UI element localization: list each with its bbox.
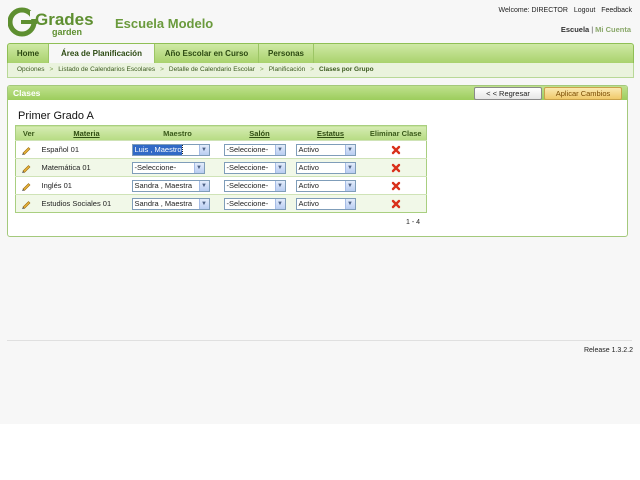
- delete-x-icon[interactable]: [391, 181, 401, 191]
- classes-table: Ver Materia Maestro Salón Estatus Elimin…: [15, 125, 427, 213]
- estatus-select[interactable]: Activo ▼: [295, 143, 356, 156]
- mi-cuenta-link[interactable]: Mi Cuenta: [595, 25, 631, 34]
- logout-link[interactable]: Logout: [574, 7, 595, 14]
- table-header-row: Ver Materia Maestro Salón Estatus Elimin…: [15, 125, 427, 141]
- breadcrumb-separator: >: [259, 66, 264, 73]
- breadcrumb-listado-calendarios[interactable]: Listado de Calendarios Escolares: [58, 66, 155, 73]
- footer-divider: [7, 340, 632, 341]
- chevron-down-icon: ▼: [344, 180, 355, 191]
- salon-select[interactable]: -Seleccione- ▼: [223, 143, 286, 156]
- breadcrumb-current: Clases por Grupo: [319, 66, 374, 73]
- materia-cell: Matemática 01: [41, 158, 132, 177]
- estatus-select-value: Activo: [298, 198, 319, 208]
- tab-personas[interactable]: Personas: [259, 44, 314, 63]
- chevron-down-icon: ▼: [274, 198, 285, 209]
- breadcrumb-bar: Opciones > Listado de Calendarios Escolare…: [7, 63, 634, 78]
- release-version: Release 1.3.2.2: [583, 347, 633, 354]
- pager-text: 1 - 4: [406, 219, 421, 226]
- header-salon[interactable]: Salón: [223, 125, 296, 141]
- salon-select[interactable]: -Seleccione- ▼: [223, 179, 286, 192]
- header-estatus[interactable]: Estatus: [295, 125, 366, 141]
- breadcrumb-detalle-calendario[interactable]: Detalle de Calendario Escolar: [169, 66, 255, 73]
- chevron-down-icon: ▼: [274, 162, 285, 173]
- salon-select-value: -Seleccione-: [226, 180, 269, 190]
- chevron-down-icon: ▼: [344, 162, 355, 173]
- salon-select[interactable]: -Seleccione- ▼: [223, 197, 286, 210]
- header-eliminar: Eliminar Clase: [365, 125, 427, 141]
- page: Grades garden Escuela Modelo Welcome: DI…: [0, 0, 640, 424]
- breadcrumb-separator: >: [160, 66, 164, 73]
- maestro-select-value: Sandra , Maestra: [134, 198, 193, 208]
- salon-select[interactable]: -Seleccione- ▼: [223, 161, 286, 174]
- feedback-link[interactable]: Feedback: [601, 7, 632, 14]
- delete-x-icon[interactable]: [391, 163, 401, 173]
- delete-x-icon[interactable]: [391, 199, 401, 209]
- chevron-down-icon: ▼: [198, 180, 209, 191]
- pencil-icon[interactable]: [21, 181, 31, 191]
- top-links: Welcome: DIRECTOR Logout Feedback: [495, 7, 632, 14]
- header-maestro: Maestro: [131, 125, 224, 141]
- group-title: Primer Grado A: [18, 110, 94, 122]
- account-links-separator: |: [591, 25, 594, 34]
- panel-header: Clases < < Regresar Aplicar Cambios: [8, 86, 627, 100]
- apply-changes-button[interactable]: Aplicar Cambios: [544, 87, 622, 100]
- account-links: Escuela | Mi Cuenta: [561, 25, 631, 34]
- table-row: Español 01 Luis , Maestro ▼ -Seleccione- ▼…: [15, 140, 427, 159]
- maestro-select[interactable]: Luis , Maestro ▼: [131, 143, 210, 156]
- pencil-icon[interactable]: [21, 199, 31, 209]
- breadcrumb-separator: >: [49, 66, 54, 73]
- salon-select-value: -Seleccione-: [226, 198, 269, 208]
- table-row: Inglés 01 Sandra , Maestra ▼ -Seleccione-…: [15, 176, 427, 195]
- chevron-down-icon: ▼: [198, 198, 209, 209]
- materia-cell: Español 01: [41, 140, 132, 159]
- estatus-select-value: Activo: [298, 144, 319, 154]
- welcome-text: Welcome: DIRECTOR: [498, 7, 568, 14]
- pencil-icon[interactable]: [21, 163, 31, 173]
- school-name: Escuela Modelo: [115, 16, 214, 31]
- estatus-select-value: Activo: [298, 180, 319, 190]
- maestro-select-value: -Seleccione-: [134, 162, 177, 172]
- svg-text:garden: garden: [52, 27, 82, 37]
- breadcrumb-opciones[interactable]: Opciones: [17, 66, 44, 73]
- salon-select-value: -Seleccione-: [226, 144, 269, 154]
- tab-home[interactable]: Home: [8, 44, 49, 63]
- chevron-down-icon: ▼: [344, 198, 355, 209]
- chevron-down-icon: ▼: [344, 144, 355, 155]
- grades-garden-logo[interactable]: Grades garden: [8, 7, 104, 37]
- salon-select-value: -Seleccione-: [226, 162, 269, 172]
- maestro-select[interactable]: -Seleccione- ▼: [131, 161, 205, 174]
- pencil-icon[interactable]: [21, 145, 31, 155]
- maestro-select-value: Sandra , Maestra: [134, 180, 193, 190]
- maestro-select-value: Luis , Maestro: [132, 144, 183, 155]
- estatus-select[interactable]: Activo ▼: [295, 161, 356, 174]
- delete-x-icon[interactable]: [391, 145, 401, 155]
- chevron-down-icon: ▼: [198, 144, 209, 155]
- estatus-select-value: Activo: [298, 162, 319, 172]
- estatus-select[interactable]: Activo ▼: [295, 179, 356, 192]
- maestro-select[interactable]: Sandra , Maestra ▼: [131, 197, 210, 210]
- header-materia[interactable]: Materia: [41, 125, 132, 141]
- escuela-link[interactable]: Escuela: [561, 25, 589, 34]
- chevron-down-icon: ▼: [193, 162, 204, 173]
- materia-cell: Inglés 01: [41, 176, 132, 195]
- back-button[interactable]: < < Regresar: [474, 87, 542, 100]
- header-ver: Ver: [15, 125, 42, 141]
- tab-ano-escolar-en-curso[interactable]: Año Escolar en Curso: [155, 44, 259, 63]
- tab-area-de-planificacion[interactable]: Área de Planificación: [49, 44, 155, 64]
- breadcrumb-separator: >: [310, 66, 314, 73]
- panel-title: Clases: [13, 88, 41, 98]
- breadcrumb-planificacion[interactable]: Planificación: [269, 66, 306, 73]
- main-nav: Home Área de Planificación Año Escolar e…: [7, 43, 634, 64]
- table-row: Matemática 01 -Seleccione- ▼ -Seleccione-…: [15, 158, 427, 177]
- chevron-down-icon: ▼: [274, 180, 285, 191]
- estatus-select[interactable]: Activo ▼: [295, 197, 356, 210]
- clases-panel: Clases < < Regresar Aplicar Cambios Prim…: [7, 85, 628, 237]
- materia-cell: Estudios Sociales 01: [41, 194, 132, 213]
- maestro-select[interactable]: Sandra , Maestra ▼: [131, 179, 210, 192]
- breadcrumb: Opciones > Listado de Calendarios Escolare…: [17, 66, 374, 73]
- table-row: Estudios Sociales 01 Sandra , Maestra ▼ -…: [15, 194, 427, 213]
- chevron-down-icon: ▼: [274, 144, 285, 155]
